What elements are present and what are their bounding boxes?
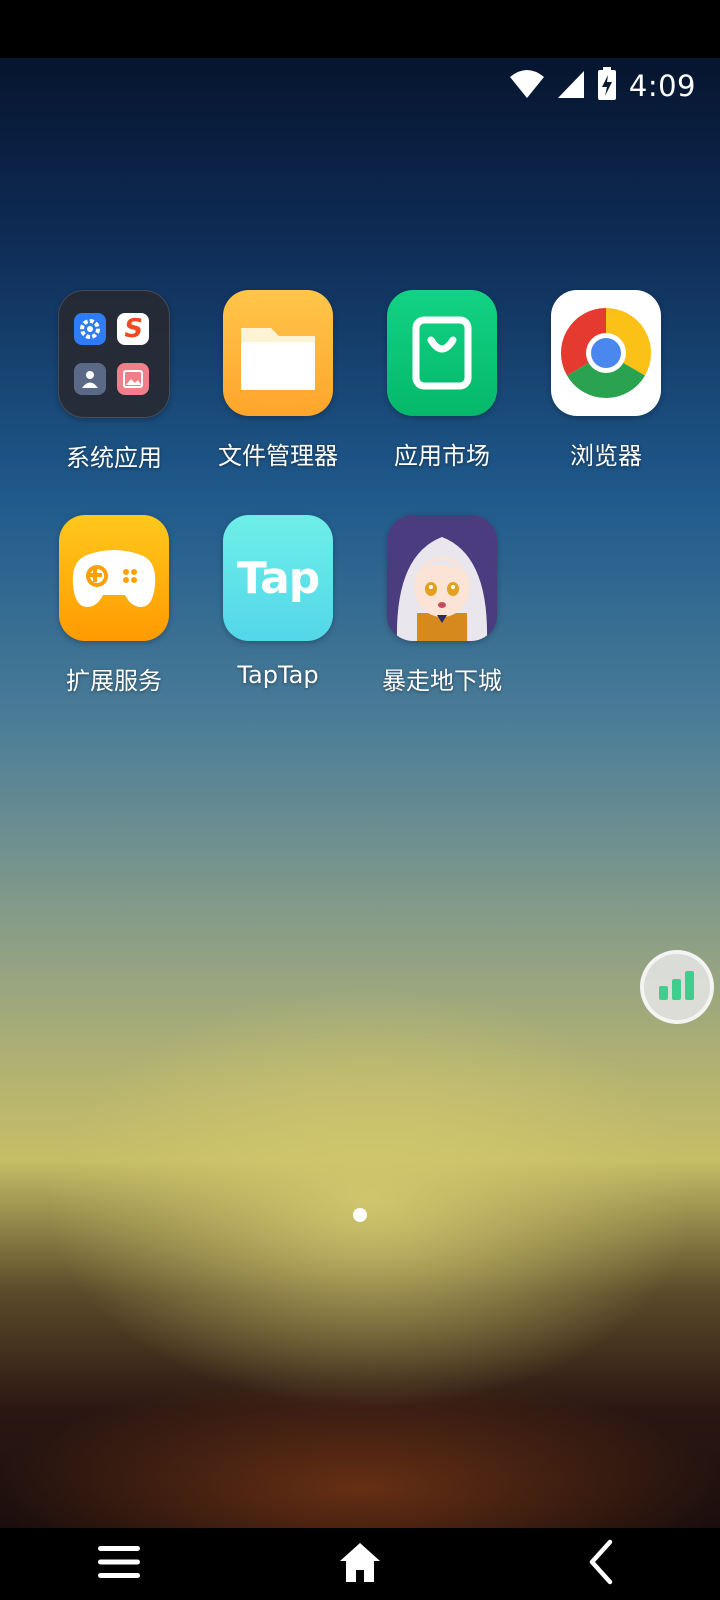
- app-game-dungeon[interactable]: 暴走地下城: [360, 515, 524, 696]
- back-icon: [586, 1539, 616, 1589]
- back-button[interactable]: [556, 1528, 646, 1600]
- app-label: 暴走地下城: [382, 667, 502, 695]
- contacts-icon: [74, 363, 106, 395]
- clock: 4:09: [628, 69, 696, 103]
- bar-chart-icon: [657, 968, 697, 1006]
- app-label: TapTap: [237, 661, 319, 689]
- wifi-icon: [509, 69, 545, 103]
- chrome-icon: [551, 290, 661, 416]
- home-icon: [338, 1540, 382, 1588]
- floating-stats-button[interactable]: [640, 950, 714, 1024]
- taptap-logo-icon: Tap: [223, 515, 333, 641]
- app-browser[interactable]: 浏览器: [524, 290, 688, 471]
- top-black-bar: [0, 0, 720, 58]
- battery-charging-icon: [597, 67, 617, 105]
- settings-icon: [74, 313, 106, 345]
- anime-girl-icon: [387, 515, 497, 641]
- app-label: 文件管理器: [218, 442, 338, 470]
- app-taptap[interactable]: Tap TapTap: [196, 515, 360, 689]
- app-label: 扩展服务: [66, 667, 162, 695]
- app-market[interactable]: 应用市场: [360, 290, 524, 471]
- cell-signal-icon: [557, 69, 585, 103]
- app-label: 应用市场: [394, 442, 490, 470]
- taptap-logo-text: Tap: [236, 552, 321, 604]
- status-bar: 4:09: [509, 67, 696, 105]
- gamepad-icon: [59, 515, 169, 641]
- home-button[interactable]: [315, 1528, 405, 1600]
- app-label: 浏览器: [570, 442, 642, 470]
- app-label: 系统应用: [66, 444, 162, 472]
- menu-icon: [96, 1542, 142, 1586]
- file-folder-icon: [223, 290, 333, 416]
- app-system-apps-folder[interactable]: S 系统应用: [32, 290, 196, 473]
- menu-button[interactable]: [74, 1528, 164, 1600]
- wallpaper: [0, 58, 720, 1528]
- navigation-bar: [0, 1528, 720, 1600]
- folder-icon: S: [58, 290, 170, 418]
- page-indicator-dot: [353, 1208, 367, 1222]
- shopping-bag-icon: [387, 290, 497, 416]
- app-extension-services[interactable]: 扩展服务: [32, 515, 196, 696]
- gallery-icon: [117, 363, 149, 395]
- app-file-manager[interactable]: 文件管理器: [196, 290, 360, 471]
- sohu-s-icon: S: [117, 313, 149, 345]
